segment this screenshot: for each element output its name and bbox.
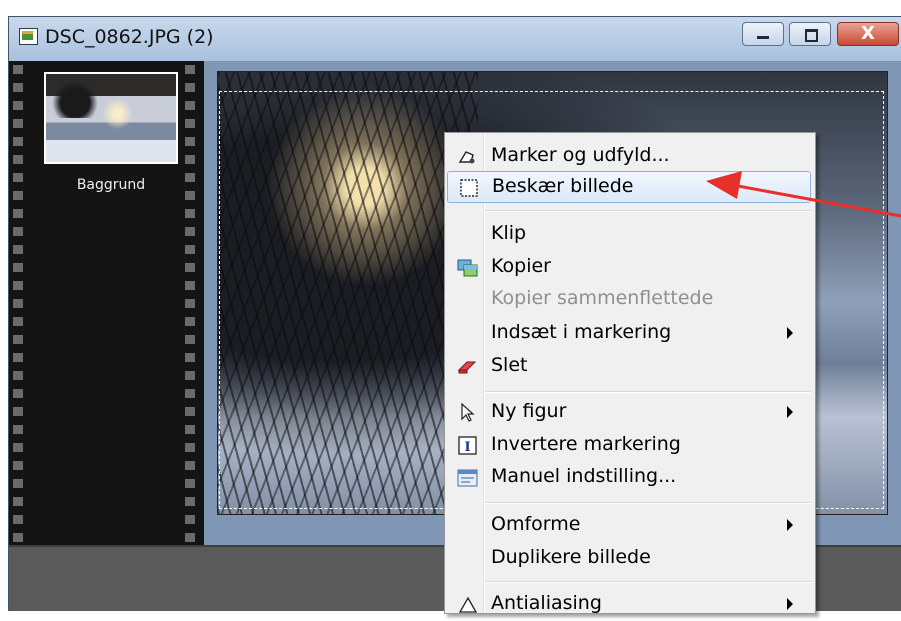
menu-item-omforme[interactable]: Omforme [447,510,811,542]
minimize-icon [757,36,769,39]
manual-settings-icon [457,469,478,487]
context-menu: Marker og udfyld... Beskær billede Klip … [444,132,816,614]
film-perforation-left [13,61,23,546]
menu-item-label: Klip [491,222,527,244]
layer-label: Baggrund [76,177,146,193]
title-bar[interactable]: DSC_0862.JPG (2) X [9,17,901,61]
copy-image-icon [457,259,478,277]
submenu-arrow-icon [787,519,793,531]
menu-item-label: Kopier [491,255,551,277]
menu-item-label: Manuel indstilling... [491,465,677,487]
submenu-arrow-icon [787,598,793,610]
menu-item-manuel-indstilling[interactable]: Manuel indstilling... [447,462,811,494]
menu-item-label: Duplikere billede [491,546,651,568]
menu-item-kopier-sammenflettede[interactable]: Kopier sammenflettede [447,284,811,316]
close-icon: X [861,23,875,44]
image-file-icon [19,28,38,45]
menu-item-label: Omforme [491,513,581,535]
layers-filmstrip: Baggrund [9,61,204,546]
menu-item-label: Slet [491,354,528,376]
crop-selection-icon [460,179,478,197]
menu-item-duplikere-billede[interactable]: Duplikere billede [447,543,811,575]
menu-separator [485,502,811,504]
menu-separator [485,581,811,583]
layer-thumbnail[interactable] [44,72,178,164]
submenu-arrow-icon [787,327,793,339]
submenu-arrow-icon [787,406,793,418]
svg-text:I: I [464,440,470,455]
maximize-icon [805,29,818,42]
menu-item-beskaer-billede[interactable]: Beskær billede [447,171,811,203]
eraser-icon [457,361,477,374]
menu-item-invertere-markering[interactable]: I Invertere markering [447,430,811,462]
window-title: DSC_0862.JPG (2) [45,26,214,48]
menu-item-label: Indsæt i markering [491,321,672,343]
menu-separator [485,210,811,212]
menu-item-label: Kopier sammenflettede [491,287,714,309]
menu-item-label: Beskær billede [492,175,634,197]
menu-item-marker-og-udfyld[interactable]: Marker og udfyld... [447,141,811,173]
antialias-icon [458,596,478,613]
menu-item-klip[interactable]: Klip [447,219,811,251]
menu-item-slet[interactable]: Slet [447,351,811,383]
menu-item-label: Marker og udfyld... [491,144,670,166]
minimize-button[interactable] [742,22,784,46]
menu-item-antialiasing[interactable]: Antialiasing [447,589,811,621]
menu-item-label: Ny figur [491,400,567,422]
menu-item-ny-figur[interactable]: Ny figur [447,397,811,429]
menu-item-indsaet-i-markering[interactable]: Indsæt i markering [447,318,811,350]
menu-item-label: Antialiasing [491,592,602,614]
lasso-fill-icon [458,151,475,164]
film-perforation-right [185,61,195,546]
maximize-button[interactable] [789,22,831,46]
menu-separator [485,391,811,393]
menu-item-label: Invertere markering [491,433,681,455]
menu-item-kopier[interactable]: Kopier [447,252,811,284]
close-button[interactable]: X [837,22,899,46]
invert-selection-icon: I [458,436,477,455]
pointer-icon [461,403,475,422]
